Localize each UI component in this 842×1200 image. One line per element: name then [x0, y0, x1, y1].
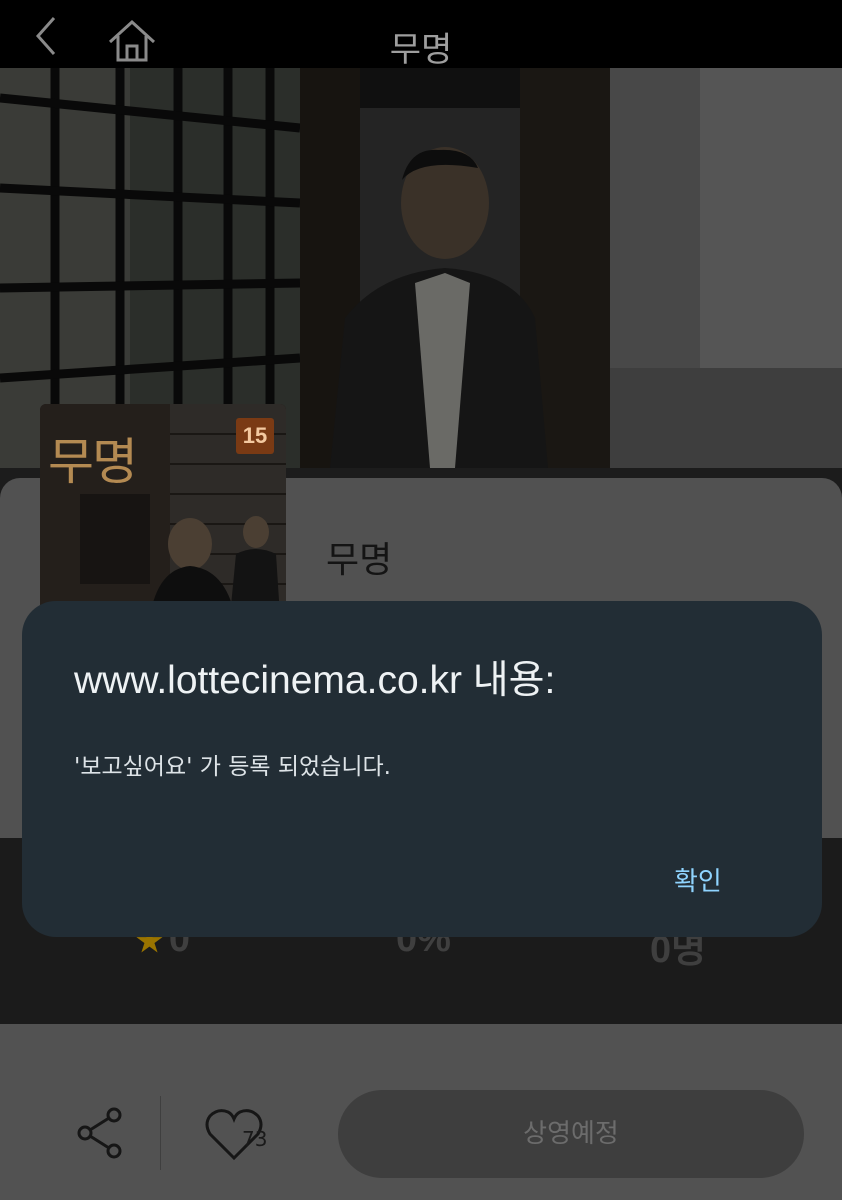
screening-status-button[interactable]: 상영예정 [338, 1090, 804, 1178]
confirm-button[interactable]: 확인 [662, 857, 734, 902]
top-bar: 무명 [0, 0, 842, 70]
like-count: 73 [242, 1127, 268, 1151]
dialog-message: '보고싶어요' 가 등록 되었습니다. [74, 754, 391, 780]
dialog-title: www.lottecinema.co.kr 내용: [74, 659, 556, 702]
age-rating-badge: 15 [236, 418, 274, 454]
action-divider [160, 1096, 161, 1170]
movie-poster[interactable]: 15 무명 [40, 404, 286, 616]
page-title: 무명 [389, 30, 453, 70]
movie-title: 무명 [326, 540, 393, 581]
share-button[interactable] [76, 1106, 124, 1160]
alert-dialog: www.lottecinema.co.kr 내용: '보고싶어요' 가 등록 되… [22, 601, 822, 937]
poster-title-calligraphy: 무명 [48, 433, 138, 491]
share-icon [77, 1107, 122, 1159]
